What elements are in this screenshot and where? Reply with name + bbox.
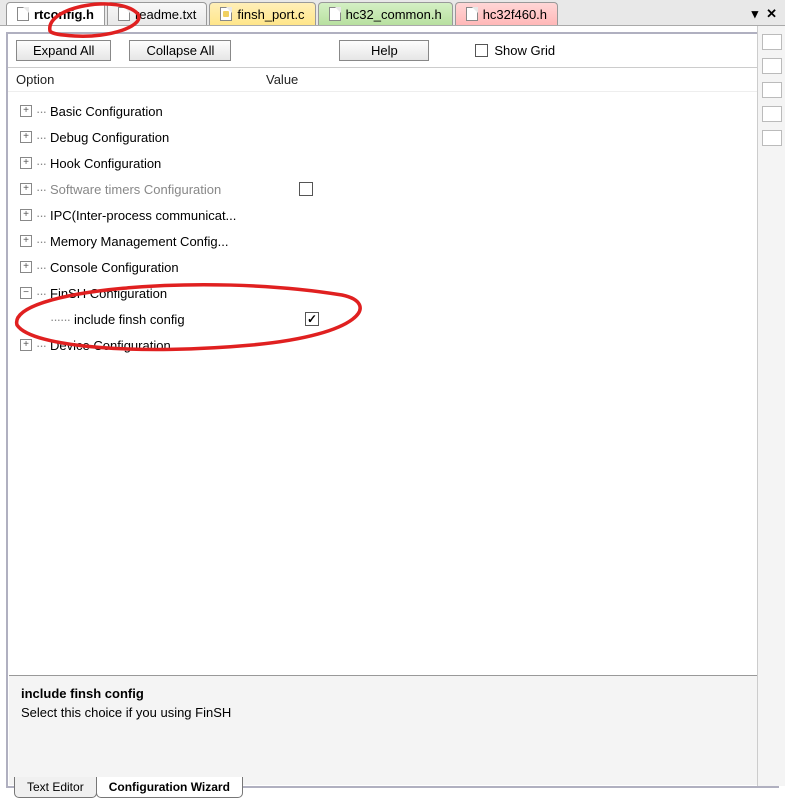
config-wizard-panel: Expand All Collapse All Help Show Grid O… [6,32,779,788]
tree-label: Hook Configuration [50,156,161,171]
expander-icon[interactable]: + [20,157,32,169]
tree-label: Basic Configuration [50,104,163,119]
tab-hc32-common[interactable]: hc32_common.h [318,2,453,25]
tree-label: Console Configuration [50,260,179,275]
tree-label: Debug Configuration [50,130,169,145]
file-icon [118,7,130,21]
tab-label: finsh_port.c [237,7,304,22]
tab-label: hc32_common.h [346,7,442,22]
header-value: Value [266,72,298,87]
tree-connector: ······ [50,312,70,327]
tree-label: FinSH Configuration [50,286,167,301]
software-timers-checkbox[interactable] [299,182,313,196]
include-finsh-checkbox[interactable] [305,312,319,326]
gutter-icon[interactable] [762,58,782,74]
tab-dropdown-icon[interactable]: ▾ [752,6,759,22]
expand-all-button[interactable]: Expand All [16,40,111,61]
tree-connector: ··· [36,338,46,353]
tab-label: rtconfig.h [34,7,94,22]
view-tab-strip: Text Editor Configuration Wizard [14,777,242,798]
empty-area [8,364,777,675]
gutter-icon[interactable] [762,82,782,98]
tab-readme[interactable]: readme.txt [107,2,207,25]
tree-connector: ··· [36,234,46,249]
show-grid-label: Show Grid [494,43,555,58]
tab-controls: ▾ ✕ [752,2,785,25]
tree-item-software-timers[interactable]: + ··· Software timers Configuration [20,176,773,202]
tree-connector: ··· [36,156,46,171]
tree-label: Device Configuration [50,338,171,353]
tab-label: hc32f460.h [483,7,547,22]
help-description: Select this choice if you using FinSH [21,705,764,720]
file-tab-strip: rtconfig.h readme.txt finsh_port.c hc32_… [0,0,785,26]
tree-label: include finsh config [74,312,185,327]
expander-icon[interactable]: + [20,131,32,143]
text-editor-tab[interactable]: Text Editor [14,777,97,798]
toolbar: Expand All Collapse All Help Show Grid [8,34,777,68]
gutter-icon[interactable] [762,106,782,122]
tree-connector: ··· [36,182,46,197]
expander-icon[interactable]: + [20,183,32,195]
tree-item-hook[interactable]: + ··· Hook Configuration [20,150,773,176]
tree-connector: ··· [36,130,46,145]
tree-item-finsh[interactable]: − ··· FinSH Configuration [20,280,773,306]
expander-icon[interactable]: + [20,261,32,273]
tree-label: Software timers Configuration [50,182,221,197]
config-tree: + ··· Basic Configuration + ··· Debug Co… [8,92,777,364]
tab-hc32f460[interactable]: hc32f460.h [455,2,558,25]
expander-icon[interactable]: + [20,105,32,117]
expander-icon[interactable]: − [20,287,32,299]
header-option: Option [16,72,266,87]
gutter-icon[interactable] [762,34,782,50]
expander-icon[interactable]: + [20,209,32,221]
tree-item-include-finsh[interactable]: ······ include finsh config [20,306,773,332]
tree-item-memory[interactable]: + ··· Memory Management Config... [20,228,773,254]
expander-icon[interactable]: + [20,339,32,351]
tab-close-icon[interactable]: ✕ [766,6,777,22]
tab-label: readme.txt [135,7,196,22]
collapse-all-button[interactable]: Collapse All [129,40,231,61]
tree-connector: ··· [36,260,46,275]
tab-finsh-port[interactable]: finsh_port.c [209,2,315,25]
show-grid-option[interactable]: Show Grid [475,43,555,58]
file-icon [466,7,478,21]
config-wizard-tab[interactable]: Configuration Wizard [96,777,243,798]
show-grid-checkbox[interactable] [475,44,488,57]
tree-item-ipc[interactable]: + ··· IPC(Inter-process communicat... [20,202,773,228]
tree-item-debug[interactable]: + ··· Debug Configuration [20,124,773,150]
file-icon [329,7,341,21]
tree-label: IPC(Inter-process communicat... [50,208,236,223]
tree-item-basic[interactable]: + ··· Basic Configuration [20,98,773,124]
file-icon [220,7,232,21]
tree-item-device[interactable]: + ··· Device Configuration [20,332,773,358]
column-headers: Option Value [8,68,777,92]
tree-connector: ··· [36,104,46,119]
help-panel: include finsh config Select this choice … [9,675,776,785]
tree-connector: ··· [36,286,46,301]
expander-icon[interactable]: + [20,235,32,247]
gutter-icon[interactable] [762,130,782,146]
tree-connector: ··· [36,208,46,223]
tab-rtconfig[interactable]: rtconfig.h [6,2,105,25]
right-gutter [757,26,785,786]
tree-item-console[interactable]: + ··· Console Configuration [20,254,773,280]
help-title: include finsh config [21,686,764,701]
help-button[interactable]: Help [339,40,429,61]
tree-label: Memory Management Config... [50,234,228,249]
file-icon [17,7,29,21]
